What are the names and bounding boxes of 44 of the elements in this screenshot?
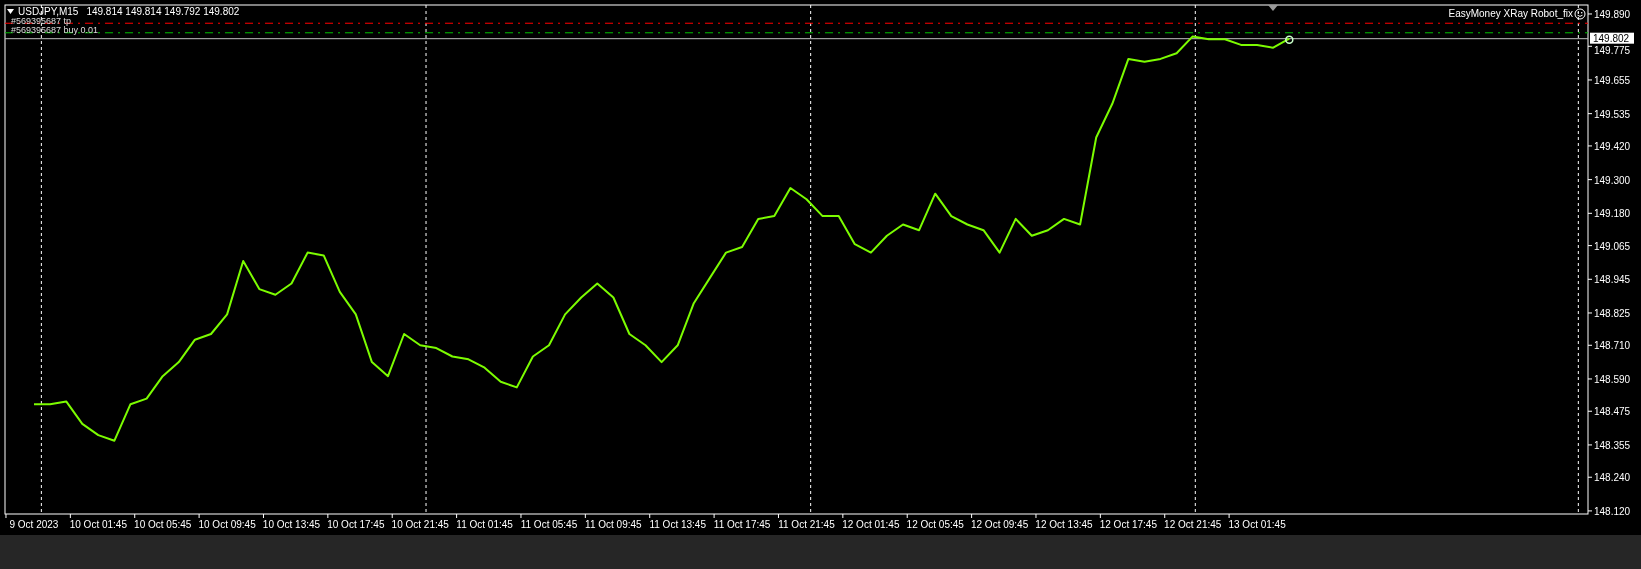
y-tick-label: 149.180 bbox=[1594, 208, 1631, 220]
order-marker-icon bbox=[1285, 35, 1294, 44]
y-tick-label: 148.945 bbox=[1594, 274, 1631, 286]
x-tick-label: 10 Oct 01:45 bbox=[69, 519, 127, 530]
y-tick-label: 148.120 bbox=[1594, 505, 1631, 517]
y-tick-label: 148.590 bbox=[1594, 373, 1631, 385]
x-tick-label: 12 Oct 05:45 bbox=[906, 519, 964, 530]
x-tick-label: 9 Oct 2023 bbox=[9, 519, 59, 530]
x-tick-label: 10 Oct 17:45 bbox=[327, 519, 385, 530]
expert-name: EasyMoney XRay Robot_fix bbox=[1448, 8, 1573, 20]
x-tick-label: 12 Oct 09:45 bbox=[970, 519, 1029, 530]
y-tick-label: 148.240 bbox=[1594, 472, 1631, 484]
current-price-tag: 149.802 bbox=[1590, 32, 1634, 44]
y-tick-label: 148.825 bbox=[1594, 308, 1631, 319]
y-tick-label: 149.300 bbox=[1594, 174, 1631, 186]
x-tick-label: 10 Oct 21:45 bbox=[391, 519, 449, 530]
ohlc-values: 149.814 149.814 149.792 149.802 bbox=[86, 6, 240, 17]
x-tick-label: 10 Oct 05:45 bbox=[134, 519, 192, 530]
y-tick-label: 148.355 bbox=[1594, 439, 1631, 451]
x-tick-label: 11 Oct 21:45 bbox=[778, 519, 835, 530]
shift-marker-icon bbox=[1268, 5, 1278, 11]
x-tick-label: 12 Oct 01:45 bbox=[842, 519, 900, 530]
y-tick-label: 148.475 bbox=[1594, 406, 1631, 418]
y-tick-label: 149.065 bbox=[1594, 240, 1631, 252]
x-tick-label: 12 Oct 13:45 bbox=[1035, 519, 1093, 530]
dropdown-triangle-icon[interactable] bbox=[7, 9, 14, 14]
y-tick-label: 148.710 bbox=[1594, 340, 1631, 352]
x-tick-label: 10 Oct 09:45 bbox=[198, 519, 256, 530]
y-tick-label: 149.890 bbox=[1594, 9, 1631, 20]
symbol-label: USDJPY,M15 bbox=[18, 6, 79, 17]
x-tick-label: 12 Oct 17:45 bbox=[1099, 519, 1157, 530]
x-tick-label: 11 Oct 13:45 bbox=[649, 519, 706, 530]
y-tick-label: 149.775 bbox=[1594, 45, 1631, 57]
x-tick-label: 11 Oct 09:45 bbox=[585, 519, 642, 530]
x-tick-label: 11 Oct 17:45 bbox=[713, 519, 771, 530]
y-tick-label: 149.655 bbox=[1594, 74, 1631, 86]
y-tick-label: 149.535 bbox=[1594, 108, 1631, 120]
x-tick-label: 11 Oct 01:45 bbox=[456, 519, 513, 530]
x-tick-label: 12 Oct 21:45 bbox=[1164, 519, 1222, 530]
x-tick-label: 10 Oct 13:45 bbox=[262, 519, 321, 530]
x-tick-label: 13 Oct 01:45 bbox=[1228, 519, 1286, 530]
x-tick-label: 11 Oct 05:45 bbox=[520, 519, 578, 530]
order-label: #569395687 buy 0.01 bbox=[11, 26, 99, 35]
y-tick-label: 149.420 bbox=[1594, 140, 1631, 152]
